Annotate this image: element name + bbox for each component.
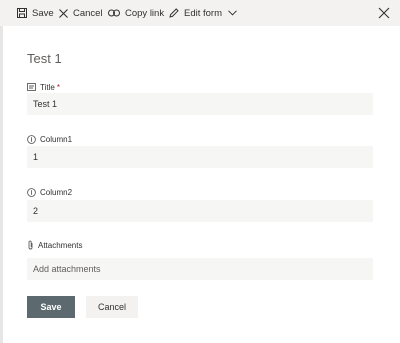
pencil-icon [169,8,179,18]
toolbar-cancel-label: Cancel [73,7,103,19]
command-bar: Save Cancel Copy link Edit form [0,0,400,26]
toolbar-cancel-button[interactable]: Cancel [59,0,103,26]
save-button[interactable]: Save [27,296,75,318]
chevron-down-icon [228,10,237,16]
panel-left-border [0,0,3,343]
toolbar-copy-link-button[interactable]: Copy link [108,0,164,26]
number-field-icon [27,134,36,144]
column1-field-label: Column1 [27,133,72,145]
paperclip-icon [28,240,33,250]
text-field-icon [27,83,36,91]
column2-input[interactable]: 2 [27,200,373,222]
add-attachments-input[interactable]: Add attachments [27,258,373,280]
number-field-icon [27,187,36,197]
column2-label-text: Column2 [40,187,73,197]
toolbar-edit-form-label: Edit form [184,7,223,19]
column1-label-text: Column1 [40,134,73,144]
form-title: Test 1 [27,51,62,66]
toolbar-copy-link-label: Copy link [125,7,165,19]
column2-field-label: Column2 [27,186,72,198]
link-icon [108,9,120,17]
save-icon [17,8,27,18]
toolbar-save-button[interactable]: Save [17,0,54,26]
cancel-x-icon [59,8,68,18]
required-asterisk: * [56,82,60,92]
toolbar-edit-form-button[interactable]: Edit form [169,0,237,26]
toolbar-save-label: Save [32,7,54,19]
attachments-label-text: Attachments [38,240,83,250]
title-input[interactable]: Test 1 [27,93,373,115]
cancel-button[interactable]: Cancel [86,296,138,318]
title-field-label: Title * [27,81,60,93]
column1-input[interactable]: 1 [27,146,373,168]
title-label-text: Title [40,82,55,92]
attachments-field-label: Attachments [27,239,82,251]
close-icon[interactable] [378,7,390,19]
